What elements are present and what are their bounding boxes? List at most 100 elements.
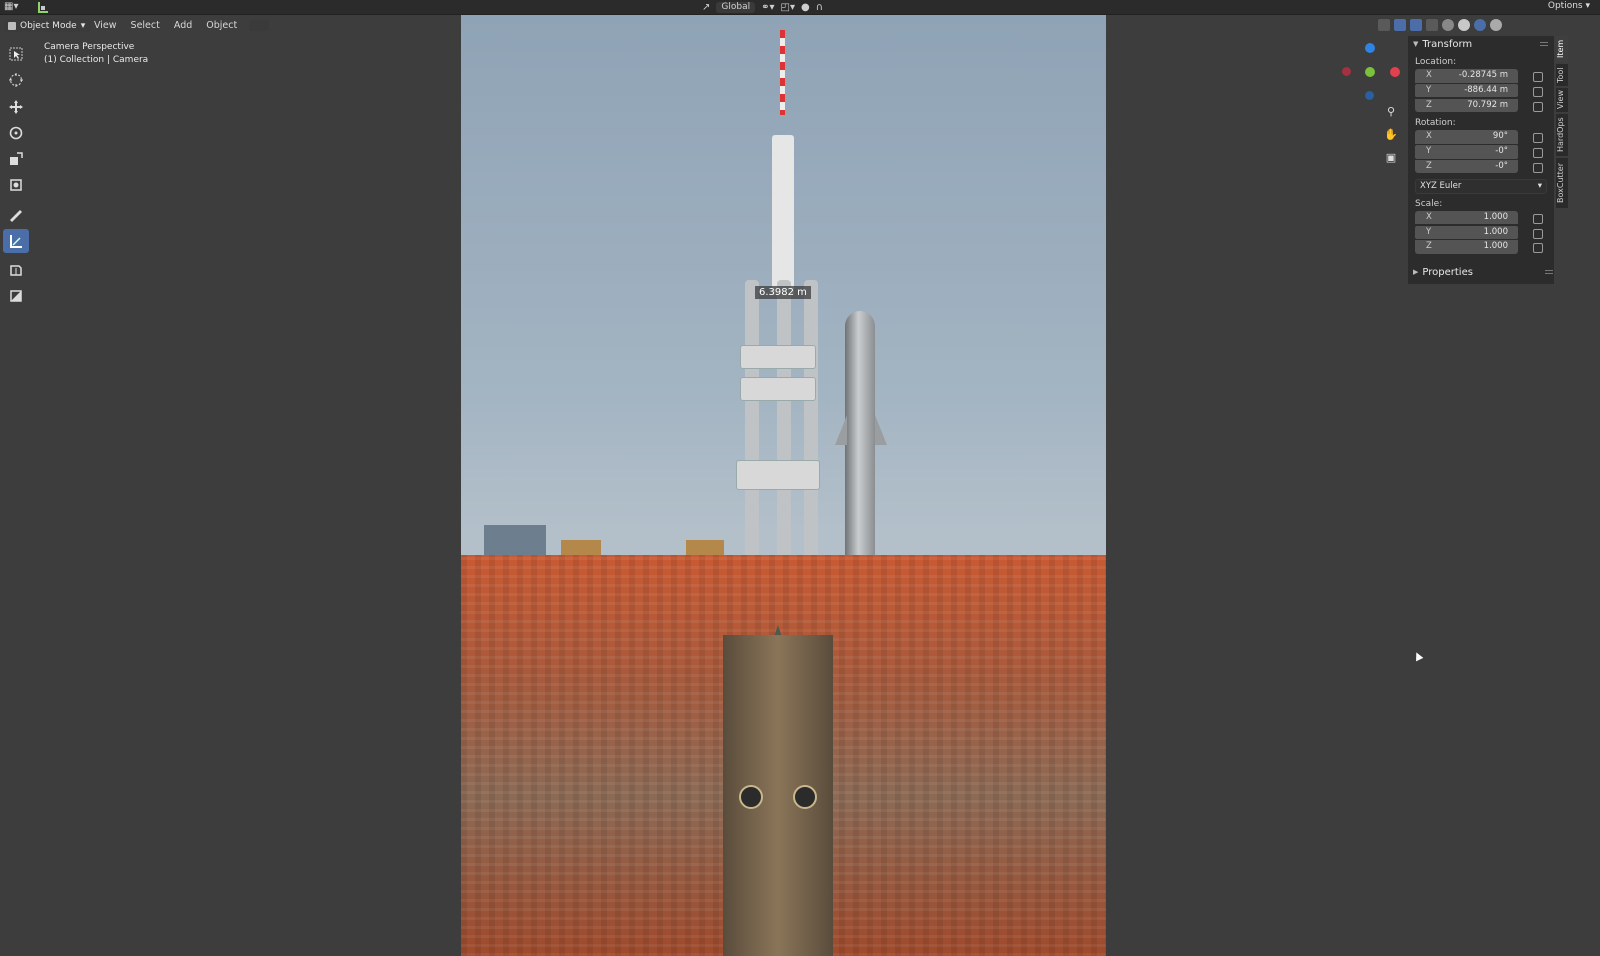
gizmo-neg-z-axis[interactable] bbox=[1365, 91, 1374, 100]
transform-panel-header[interactable]: ▼ Transform bbox=[1408, 36, 1554, 52]
axis-label: Z bbox=[1426, 99, 1432, 110]
gizmo-y-axis[interactable] bbox=[1365, 67, 1375, 77]
drag-handle-icon[interactable] bbox=[1540, 42, 1548, 46]
proportional-edit-icon[interactable]: ● bbox=[801, 2, 810, 13]
zoom-icon[interactable]: ⚲ bbox=[1383, 104, 1399, 120]
solid-shading-icon[interactable] bbox=[1458, 19, 1470, 31]
scale-z-field[interactable]: Z 1.000 bbox=[1415, 240, 1518, 254]
lock-icon[interactable] bbox=[1533, 243, 1543, 254]
rotation-x-field[interactable]: X 90° bbox=[1415, 130, 1518, 144]
move-icon bbox=[9, 100, 23, 114]
lock-icon[interactable] bbox=[1533, 213, 1543, 224]
field-value: -0° bbox=[1495, 146, 1508, 157]
rotation-label: Rotation: bbox=[1415, 118, 1456, 129]
gizmo-toggle-icon[interactable] bbox=[1394, 19, 1406, 31]
menu-object[interactable]: Object bbox=[200, 19, 243, 32]
gizmo-z-axis[interactable] bbox=[1365, 43, 1375, 53]
gizmo-x-axis[interactable] bbox=[1390, 67, 1400, 77]
material-shading-icon[interactable] bbox=[1474, 19, 1486, 31]
rotation-mode-select[interactable]: XYZ Euler bbox=[1415, 178, 1547, 194]
field-value: 1.000 bbox=[1483, 226, 1508, 237]
field-value: 90° bbox=[1492, 131, 1508, 142]
gizmo-neg-x-axis[interactable] bbox=[1342, 67, 1351, 76]
select-box-icon bbox=[9, 47, 23, 61]
tv-tower-leg-right bbox=[804, 280, 818, 580]
object-visibility-icon[interactable] bbox=[1378, 19, 1390, 31]
gpencil-select[interactable] bbox=[249, 20, 270, 31]
measurement-label: 6.3982 m bbox=[755, 286, 811, 299]
scale-label: Scale: bbox=[1415, 198, 1443, 209]
add-cube-tool[interactable] bbox=[3, 258, 29, 282]
scale-tool[interactable] bbox=[3, 147, 29, 171]
navigation-gizmo[interactable] bbox=[1340, 40, 1404, 104]
drag-handle-icon[interactable] bbox=[1545, 270, 1553, 274]
transform-tool[interactable] bbox=[3, 173, 29, 197]
properties-panel-header[interactable]: ▶ Properties bbox=[1408, 264, 1559, 280]
falloff-icon[interactable]: ∩ bbox=[816, 2, 823, 13]
transform-orientation-select[interactable]: Global bbox=[716, 1, 756, 13]
location-y-field[interactable]: Y -886.44 m bbox=[1415, 83, 1518, 98]
cursor-tool[interactable] bbox=[3, 68, 29, 92]
measure-icon bbox=[10, 235, 22, 248]
tv-tower-leg-left bbox=[745, 280, 759, 580]
location-x-field[interactable]: X -0.28745 m bbox=[1415, 69, 1518, 83]
viewport-shading-tools bbox=[1378, 17, 1502, 33]
lock-icon[interactable] bbox=[1533, 148, 1543, 159]
lock-icon[interactable] bbox=[1533, 133, 1543, 144]
lock-icon[interactable] bbox=[1533, 101, 1543, 112]
xray-icon[interactable] bbox=[1426, 19, 1438, 31]
annotate-tool[interactable] bbox=[3, 203, 29, 227]
tab-view[interactable]: View bbox=[1556, 88, 1568, 112]
measure-tool[interactable] bbox=[3, 229, 29, 253]
editor-type-icon[interactable]: ▦▾ bbox=[4, 1, 26, 13]
location-z-field[interactable]: Z 70.792 m bbox=[1415, 98, 1518, 113]
menu-select[interactable]: Select bbox=[125, 19, 166, 32]
tower-pod-1 bbox=[740, 345, 816, 369]
select-box-tool[interactable] bbox=[3, 42, 29, 66]
orientation-icon[interactable]: ↗ bbox=[702, 2, 710, 13]
active-tool-icon[interactable] bbox=[36, 0, 50, 14]
field-value: 70.792 m bbox=[1467, 99, 1508, 110]
snap-icon[interactable]: ◰▾ bbox=[781, 2, 795, 13]
tab-item[interactable]: Item bbox=[1556, 36, 1568, 62]
transform-icon bbox=[10, 179, 22, 191]
options-menu[interactable]: Options bbox=[1548, 1, 1590, 11]
tower-pod-2 bbox=[740, 377, 816, 401]
scale-y-field[interactable]: Y 1.000 bbox=[1415, 225, 1518, 240]
move-tool[interactable] bbox=[3, 95, 29, 119]
location-label: Location: bbox=[1415, 57, 1457, 67]
pan-hand-icon[interactable]: ✋ bbox=[1383, 127, 1399, 143]
camera-view-image: 6.3982 m bbox=[461, 15, 1106, 956]
axis-label: X bbox=[1426, 70, 1432, 80]
rotation-z-field[interactable]: Z -0° bbox=[1415, 159, 1518, 174]
tab-hardops[interactable]: HardOps bbox=[1556, 114, 1568, 156]
wireframe-shading-icon[interactable] bbox=[1442, 19, 1454, 31]
mode-select[interactable]: Object Mode ▾ bbox=[4, 19, 92, 32]
pivot-icon[interactable]: ⚭▾ bbox=[761, 2, 774, 13]
overlay-toggle-icon[interactable] bbox=[1410, 19, 1422, 31]
lock-icon[interactable] bbox=[1533, 72, 1543, 82]
tab-tool[interactable]: Tool bbox=[1556, 64, 1568, 86]
add-plane-tool[interactable] bbox=[3, 284, 29, 308]
axis-label: Y bbox=[1426, 226, 1432, 237]
menu-add[interactable]: Add bbox=[168, 19, 198, 32]
viewport-overlay-info: Camera Perspective (1) Collection | Came… bbox=[44, 41, 148, 67]
lock-icon[interactable] bbox=[1533, 162, 1543, 173]
top-header-bar: ▦▾ ↗ Global ⚭▾ ◰▾ ● ∩ Options bbox=[0, 0, 1600, 15]
tab-boxcutter[interactable]: BoxCutter bbox=[1556, 158, 1568, 208]
axis-label: Z bbox=[1426, 160, 1432, 171]
transform-orientation-group: ↗ Global ⚭▾ ◰▾ ● ∩ bbox=[702, 0, 823, 14]
rotate-tool[interactable] bbox=[3, 121, 29, 145]
rendered-shading-icon[interactable] bbox=[1490, 19, 1502, 31]
camera-icon[interactable]: ▣ bbox=[1383, 150, 1399, 166]
lock-icon[interactable] bbox=[1533, 228, 1543, 239]
scale-x-field[interactable]: X 1.000 bbox=[1415, 210, 1518, 225]
field-value: -886.44 m bbox=[1464, 84, 1508, 95]
tv-tower-top bbox=[772, 135, 794, 295]
lock-icon[interactable] bbox=[1533, 86, 1543, 97]
properties-title: Properties bbox=[1422, 266, 1473, 278]
rotate-icon bbox=[9, 126, 23, 140]
axis-label: Y bbox=[1426, 84, 1432, 95]
rotation-y-field[interactable]: Y -0° bbox=[1415, 145, 1518, 159]
menu-view[interactable]: View bbox=[88, 19, 123, 32]
